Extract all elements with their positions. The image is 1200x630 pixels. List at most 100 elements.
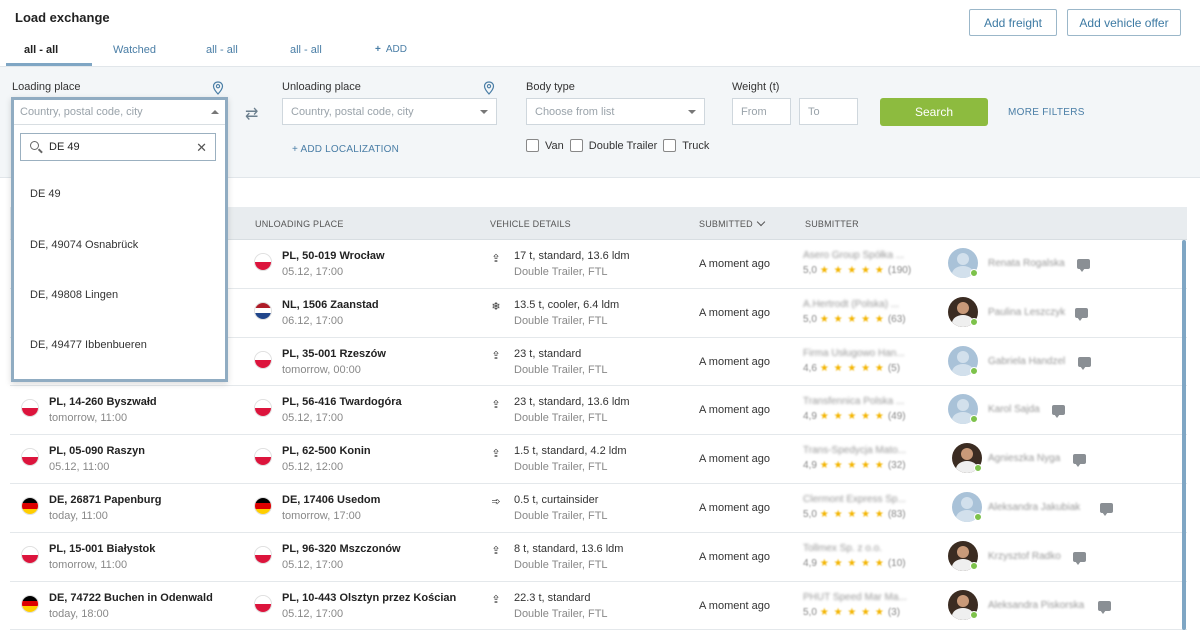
table-row[interactable]: DE, 74722 Buchen in Odenwald today, 18:00… — [10, 581, 1187, 630]
tab-all-all-2[interactable]: all - all — [206, 44, 238, 56]
search-button[interactable]: Search — [880, 98, 988, 126]
flag-de-icon — [254, 496, 272, 515]
review-count: (5) — [887, 362, 901, 374]
company-name[interactable]: PHUT Speed Mar Ma... — [803, 592, 907, 603]
company-rating: 4,6 ★ ★ ★ ★ ★ (5) — [803, 363, 900, 374]
online-status-icon — [970, 366, 978, 375]
unloading-place-input[interactable]: Country, postal code, city — [282, 98, 497, 125]
submitted-time: A moment ago — [699, 599, 770, 612]
header-submitted[interactable]: SUBMITTED — [699, 217, 766, 229]
table-row[interactable]: PL, 05-090 Raszyn 05.12, 11:00 PL, 62-500 … — [10, 435, 1187, 484]
checkbox-double-trailer[interactable]: Double Trailer — [569, 139, 657, 152]
tab-watched[interactable]: Watched — [113, 44, 156, 56]
checkbox-truck[interactable]: Truck — [663, 139, 709, 152]
table-row[interactable]: PL, 14-260 Byszwałd tomorrow, 11:00 PL, 56… — [10, 386, 1187, 436]
checkbox-van[interactable]: Van — [526, 139, 564, 152]
company-name[interactable]: Tollmex Sp. z o.o. — [803, 543, 882, 554]
submitter-name[interactable]: Krzysztof Radko — [988, 551, 1061, 562]
company-name[interactable]: Firma Usługowo Han... — [803, 348, 905, 359]
body-type-select[interactable]: Choose from list — [526, 98, 705, 125]
weight-from-input[interactable]: From — [732, 98, 791, 125]
swap-arrows-icon[interactable]: ⇄ — [245, 104, 258, 124]
dropdown-option[interactable]: DE, 49477 Ibbenbueren — [30, 339, 147, 351]
loading-date: 05.12, 11:00 — [49, 461, 110, 474]
add-localization-link[interactable]: + ADD LOCALIZATION — [292, 144, 399, 155]
loading-date: tomorrow, 11:00 — [49, 412, 128, 425]
company-name[interactable]: Transfennica Polska ... — [803, 396, 904, 407]
map-pin-icon[interactable] — [483, 81, 495, 95]
header-submitter[interactable]: SUBMITTER — [805, 219, 859, 229]
company-name[interactable]: A.Hertrodt (Polska) ... — [803, 299, 899, 310]
tab-all-all-3[interactable]: all - all — [290, 44, 322, 56]
add-vehicle-offer-button[interactable]: Add vehicle offer — [1067, 9, 1181, 36]
unloading-date: 06.12, 17:00 — [282, 314, 344, 327]
submitter-name[interactable]: Paulina Leszczyk — [988, 307, 1065, 318]
unloading-place: PL, 56-416 Twardogóra — [282, 396, 402, 409]
submitter-name[interactable]: Aleksandra Jakubiak — [988, 502, 1080, 513]
chat-icon[interactable] — [1073, 551, 1086, 565]
unloading-date: tomorrow, 00:00 — [282, 363, 361, 376]
box-truck-icon: ⇪ — [491, 447, 501, 460]
tab-add[interactable]: + ADD — [375, 44, 407, 55]
close-icon[interactable]: ✕ — [196, 140, 207, 156]
body-type-placeholder: Choose from list — [535, 105, 615, 118]
checkbox-label: Truck — [682, 139, 710, 152]
dropdown-option[interactable]: DE 49 — [30, 188, 61, 200]
box-truck-icon: ⇪ — [491, 545, 501, 558]
rating-value: 4,9 — [803, 411, 817, 423]
chevron-down-icon — [480, 110, 488, 114]
checkbox-box[interactable] — [526, 139, 539, 152]
chat-icon[interactable] — [1077, 259, 1090, 272]
company-name[interactable]: Trans-Spedycja Mato... — [803, 445, 906, 456]
chat-icon[interactable] — [1073, 454, 1086, 468]
map-pin-icon[interactable] — [212, 81, 224, 95]
more-filters-link[interactable]: MORE FILTERS — [1008, 107, 1085, 118]
rating-value: 4,6 — [803, 362, 817, 374]
checkbox-box[interactable] — [569, 139, 583, 152]
table-row[interactable]: PL, 15-001 Białystok tomorrow, 11:00 PL, 9… — [10, 532, 1187, 582]
vehicle-sub: Double Trailer, FTL — [514, 558, 608, 571]
submitter-name[interactable]: Renata Rogalska — [988, 258, 1065, 269]
company-name[interactable]: Asero Group Spółka ... — [803, 250, 904, 261]
flag-pl-icon — [21, 399, 39, 418]
scrollbar[interactable] — [1182, 240, 1186, 630]
submitter-name[interactable]: Gabriela Handzel — [988, 356, 1065, 367]
body-type-label: Body type — [526, 81, 575, 93]
loading-place-input-open[interactable]: Country, postal code, city — [14, 100, 225, 125]
review-count: (83) — [887, 508, 906, 520]
dropdown-search-input[interactable]: DE 49 ✕ — [20, 133, 216, 161]
tab-all-all-1[interactable]: all - all — [24, 44, 58, 56]
checkbox-label: Van — [545, 139, 564, 152]
vehicle-main: 22.3 t, standard — [514, 591, 591, 604]
online-status-icon — [974, 512, 982, 521]
star-icon: ★ ★ ★ ★ ★ — [819, 265, 885, 276]
dropdown-option[interactable]: DE, 49074 Osnabrück — [30, 239, 138, 251]
chat-icon[interactable] — [1100, 502, 1113, 516]
dropdown-option[interactable]: DE, 49808 Lingen — [30, 289, 118, 301]
add-freight-button[interactable]: Add freight — [969, 9, 1057, 36]
submitter-name[interactable]: Karol Sajda — [988, 404, 1040, 415]
unloading-date: 05.12, 12:00 — [282, 461, 344, 474]
flag-pl-icon — [254, 448, 272, 467]
review-count: (63) — [887, 313, 906, 325]
star-icon: ★ ★ ★ ★ ★ — [819, 362, 885, 374]
flag-de-icon — [21, 496, 39, 515]
loading-place-dropdown: Country, postal code, city DE 49 ✕ DE 49… — [11, 97, 228, 382]
loading-place: PL, 05-090 Raszyn — [49, 445, 145, 458]
chat-icon[interactable] — [1078, 356, 1091, 370]
company-name[interactable]: Clermont Express Sp... — [803, 494, 906, 505]
chat-icon[interactable] — [1052, 405, 1065, 419]
submitter-name[interactable]: Agnieszka Nyga — [988, 453, 1060, 464]
company-rating: 4,9 ★ ★ ★ ★ ★ (32) — [803, 460, 906, 471]
weight-to-input[interactable]: To — [799, 98, 858, 125]
table-row[interactable]: DE, 26871 Papenburg today, 11:00 DE, 17406… — [10, 483, 1187, 533]
review-count: (3) — [887, 606, 901, 618]
chat-icon[interactable] — [1098, 600, 1111, 614]
submitter-name[interactable]: Aleksandra Piskorska — [988, 600, 1084, 611]
chat-icon[interactable] — [1075, 307, 1088, 321]
checkbox-box[interactable] — [663, 139, 677, 152]
header-unloading-place[interactable]: UNLOADING PLACE — [255, 219, 344, 229]
vehicle-main: 17 t, standard, 13.6 ldm — [514, 250, 630, 262]
header-vehicle-details[interactable]: VEHICLE DETAILS — [490, 219, 571, 229]
vehicle-sub: Double Trailer, FTL — [514, 314, 608, 327]
